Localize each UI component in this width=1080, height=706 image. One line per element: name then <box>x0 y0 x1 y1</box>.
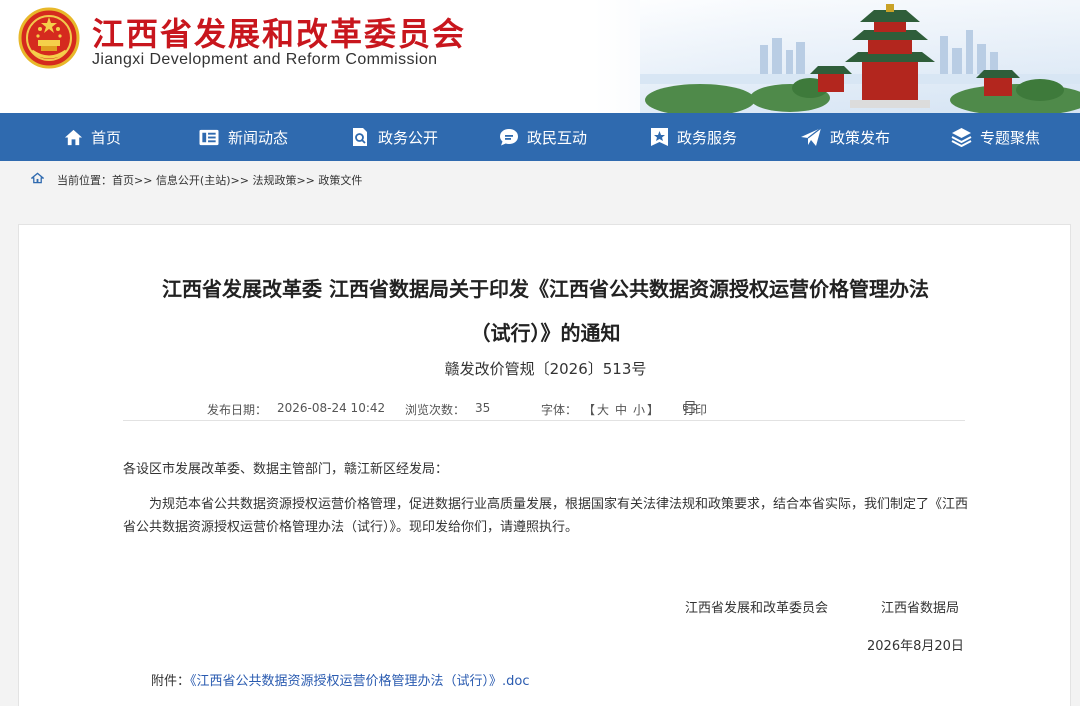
document-number: 赣发改价管规〔2026〕513号 <box>444 360 647 378</box>
site-header: 江西省发展和改革委员会 Jiangxi Development and Refo… <box>0 0 1080 113</box>
font-size-bracket-open: 【 <box>583 403 596 417</box>
font-size-medium-button[interactable]: 中 <box>615 401 627 418</box>
print-label: 打印 <box>683 403 708 417</box>
breadcrumb-regulations[interactable]: 法规政策 <box>252 174 296 187</box>
nav-item-news[interactable]: 新闻动态 <box>198 113 288 161</box>
site-subtitle: Jiangxi Development and Reform Commissio… <box>92 51 438 68</box>
signer-drc: 江西省发展和改革委员会 <box>685 601 829 616</box>
tengwang-pavilion-banner <box>640 0 1080 113</box>
article-meta: 发布日期： 2026-08-24 10:42 浏览次数： 35 字体： 【 大 … <box>123 401 965 421</box>
breadcrumb-home[interactable]: 首页 <box>112 174 134 187</box>
salutation: 各设区市发展改革委、数据主管部门，赣江新区经发局： <box>123 462 449 477</box>
nav-label: 政策发布 <box>830 128 891 147</box>
attachment-label: 附件： <box>151 674 191 689</box>
attachment: 附件：《江西省公共数据资源授权运营价格管理办法（试行）》.doc <box>151 670 530 689</box>
chat-icon <box>500 129 518 146</box>
article-card: 江西省发展改革委 江西省数据局关于印发《江西省公共数据资源授权运营价格管理办法 … <box>18 224 1071 706</box>
home-icon <box>31 172 44 184</box>
publish-date: 2026-08-24 10:42 <box>277 401 386 415</box>
document-search-icon <box>353 128 367 146</box>
font-size-small-button[interactable]: 小 <box>633 401 645 418</box>
breadcrumb-separator: >> <box>230 174 249 187</box>
article-title-line2: （试行）》的通知 <box>470 321 621 345</box>
signing-date: 2026年8月20日 <box>867 639 964 654</box>
nav-label: 首页 <box>91 128 122 147</box>
nav-label: 政务公开 <box>378 128 439 147</box>
nav-label: 新闻动态 <box>228 128 289 147</box>
views-count: 35 <box>475 401 491 415</box>
article-title-line1: 江西省发展改革委 江西省数据局关于印发《江西省公共数据资源授权运营价格管理办法 <box>162 277 929 301</box>
breadcrumb-separator: >> <box>134 174 153 187</box>
breadcrumb: 当前位置：首页>> 信息公开(主站)>> 法规政策>> 政策文件 <box>57 172 362 188</box>
nav-label: 政务服务 <box>677 128 738 147</box>
nav-item-topics[interactable]: 专题聚焦 <box>951 113 1040 161</box>
breadcrumb-info-open[interactable]: 信息公开(主站) <box>156 174 231 187</box>
font-size-label: 字体： <box>541 403 578 417</box>
nav-item-gov-affairs[interactable]: 政务公开 <box>350 113 438 161</box>
breadcrumb-bar: 当前位置：首页>> 信息公开(主站)>> 法规政策>> 政策文件 <box>0 161 1080 197</box>
paper-plane-icon <box>801 127 822 146</box>
main-nav: 首页 新闻动态 政务公开 政民互动 政务服务 政策发布 专题聚焦 <box>0 113 1080 161</box>
nav-item-policy[interactable]: 政策发布 <box>800 113 890 161</box>
breadcrumb-policy-files[interactable]: 政策文件 <box>318 174 362 187</box>
home-icon <box>64 129 83 145</box>
nav-item-home[interactable]: 首页 <box>64 113 121 161</box>
nav-label: 专题聚焦 <box>980 128 1041 147</box>
star-badge-icon <box>651 128 668 146</box>
article-paragraph: 为规范本省公共数据资源授权运营价格管理，促进数据行业高质量发展，根据国家有关法律… <box>123 497 969 535</box>
font-size-bracket-close: 】 <box>647 403 660 417</box>
breadcrumb-separator: >> <box>296 174 315 187</box>
nav-item-services[interactable]: 政务服务 <box>650 113 737 161</box>
nav-item-interaction[interactable]: 政民互动 <box>499 113 587 161</box>
signer-data-bureau: 江西省数据局 <box>881 601 960 616</box>
font-size-large-button[interactable]: 大 <box>597 401 609 418</box>
layers-icon <box>951 128 972 147</box>
views-label: 浏览次数： <box>405 403 466 417</box>
breadcrumb-prefix: 当前位置： <box>57 174 112 187</box>
national-emblem-icon <box>18 7 80 69</box>
news-icon <box>199 129 219 145</box>
site-title: 江西省发展和改革委员会 <box>92 15 467 53</box>
nav-label: 政民互动 <box>527 128 588 147</box>
publish-label: 发布日期： <box>207 403 268 417</box>
print-button[interactable]: 打印 <box>683 401 707 417</box>
attachment-link[interactable]: 《江西省公共数据资源授权运营价格管理办法（试行）》.doc <box>190 674 530 689</box>
